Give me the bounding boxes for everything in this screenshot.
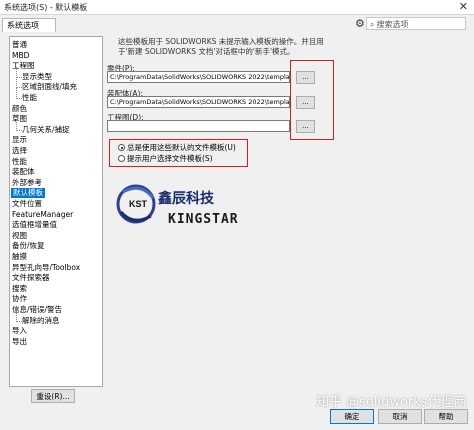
- tree-item[interactable]: 显示: [12, 135, 27, 145]
- tree-item[interactable]: 性能: [12, 157, 27, 167]
- options-tree[interactable]: 普通 MBD 工程图 显示类型 区域剖面线/填充 性能 颜色 草图 几何关系/捕捉 显示 选择 性能装…: [9, 36, 103, 387]
- tree-item[interactable]: 装配体: [12, 167, 35, 177]
- tree-item[interactable]: 解除的消息: [16, 310, 60, 326]
- help-button[interactable]: 帮助: [424, 409, 468, 424]
- tree-item[interactable]: 文件位置: [12, 199, 42, 209]
- close-icon[interactable]: ✕: [459, 0, 468, 14]
- logo-english-text: KINGSTAR: [168, 212, 239, 227]
- description-text: 这些模板用于 SOLIDWORKS 未提示输入模板的操作。并且用于'新建 SOL…: [118, 37, 324, 56]
- tree-item[interactable]: FeatureManager: [12, 210, 73, 220]
- tree-item[interactable]: 选择: [12, 146, 27, 156]
- tab-system-options[interactable]: 系统选项: [2, 18, 56, 32]
- tree-item[interactable]: 视图: [12, 231, 27, 241]
- tree-item[interactable]: 几何关系/捕捉: [16, 119, 70, 135]
- tree-item[interactable]: 选值框增量值: [12, 220, 57, 230]
- radio-selected-icon: [118, 144, 125, 151]
- drawing-template-field[interactable]: [107, 120, 290, 132]
- logo-brand-text: 鑫辰科技: [158, 191, 214, 207]
- logo-mark-text: KST: [129, 199, 148, 209]
- tree-item[interactable]: 外部参考: [12, 178, 42, 188]
- tree-item[interactable]: 搜索: [12, 284, 27, 294]
- cancel-button[interactable]: 取消: [378, 409, 422, 424]
- tree-item[interactable]: 默认模板: [11, 188, 45, 199]
- tree-item[interactable]: 颜色: [12, 104, 27, 114]
- search-input[interactable]: ⌕ 搜索选项: [366, 17, 466, 30]
- tree-item[interactable]: 触摸: [12, 252, 27, 262]
- tree-item[interactable]: 显示类型: [16, 66, 52, 82]
- radio-unselected-icon: [118, 155, 125, 162]
- part-template-field[interactable]: C:\ProgramData\SolidWorks\SOLIDWORKS 202…: [107, 71, 290, 83]
- tree-item[interactable]: 备份/恢复: [12, 241, 45, 251]
- tree-item[interactable]: 性能: [16, 88, 37, 103]
- tree-item[interactable]: 普通: [12, 40, 27, 50]
- reset-button[interactable]: 重设(R)...: [31, 389, 75, 403]
- tree-item[interactable]: 协作: [12, 294, 27, 304]
- ok-button[interactable]: 确定: [330, 409, 374, 424]
- browse-highlight-box: [290, 60, 334, 140]
- title-bar: 系统选项(S) - 默认模板 ✕: [0, 0, 474, 15]
- window-title: 系统选项(S) - 默认模板: [4, 3, 88, 12]
- radio-always-label: 总是使用这些默认的文件模板(U): [127, 143, 236, 152]
- tree-item[interactable]: 导出: [12, 337, 27, 347]
- search-placeholder: 搜索选项: [376, 20, 409, 29]
- tree-item[interactable]: 文件探索器: [12, 273, 50, 283]
- radio-prompt-user[interactable]: 提示用户选择文件模板(S): [118, 154, 213, 164]
- assembly-template-field[interactable]: C:\ProgramData\SolidWorks\SOLIDWORKS 202…: [107, 96, 290, 108]
- tree-item[interactable]: MBD: [12, 51, 29, 61]
- tree-item[interactable]: 区域剖面线/填充: [15, 77, 77, 92]
- radio-always-use-defaults[interactable]: 总是使用这些默认的文件模板(U): [118, 143, 236, 153]
- watermark-text: 知乎 @solidworks代理商: [316, 395, 467, 410]
- search-icon: ⌕: [370, 20, 375, 29]
- tree-item[interactable]: 导入: [12, 326, 27, 336]
- tree-item[interactable]: 异型孔向导/Toolbox: [12, 263, 80, 273]
- radio-prompt-label: 提示用户选择文件模板(S): [127, 154, 213, 163]
